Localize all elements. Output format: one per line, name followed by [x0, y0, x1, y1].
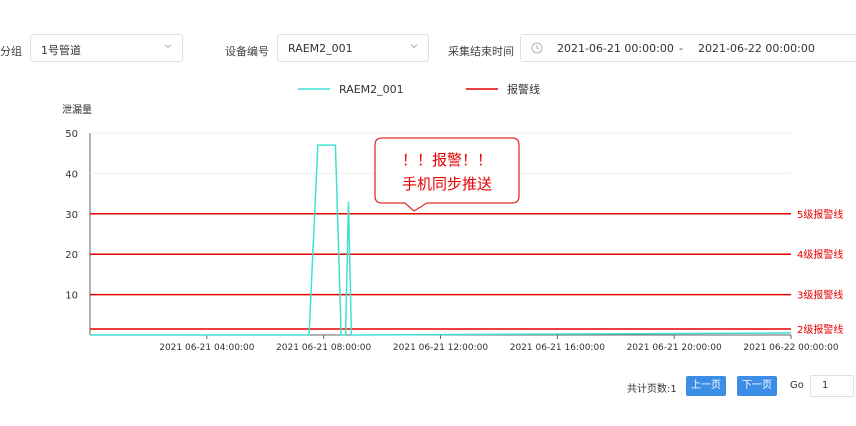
device-select[interactable]: RAEM2_001	[277, 34, 429, 62]
callout-push-text: 手机同步推送	[402, 175, 492, 193]
filter-bar: 分组 1号管道 设备编号 RAEM2_001 采集结束时间 2021-06-21…	[0, 34, 856, 64]
pagination: 共计页数:1 上一页 下一页 Go 1	[0, 374, 856, 398]
alarm-line-label: 5级报警线	[797, 208, 843, 221]
x-tick-label: 2021 06-22 00:00:00	[743, 343, 838, 353]
legend-alarm-label[interactable]: 报警线	[507, 82, 540, 96]
y-tick-label: 30	[65, 210, 78, 221]
group-label: 分组	[0, 45, 22, 58]
end-time-label: 采集结束时间	[448, 45, 514, 58]
alarm-line-label: 3级报警线	[797, 289, 843, 302]
y-tick-label: 10	[65, 291, 78, 302]
start-date-input[interactable]: 2021-06-21 00:00:00	[557, 42, 674, 55]
legend-series-label[interactable]: RAEM2_001	[339, 83, 404, 96]
alarm-lines: 5级报警线 4级报警线 3级报警线 2级报警线	[90, 208, 843, 336]
x-tick-label: 2021 06-21 12:00:00	[393, 343, 488, 353]
y-axis-ticks: 10 20 30 40 50	[65, 129, 78, 302]
total-pages-label: 共计页数:1	[627, 384, 677, 395]
x-tick-label: 2021 06-21 08:00:00	[276, 343, 371, 353]
end-date-input[interactable]: 2021-06-22 00:00:00	[698, 42, 815, 55]
clock-icon	[531, 42, 543, 54]
alarm-callout: ！！报警！！ 手机同步推送	[374, 137, 520, 212]
go-label: Go	[790, 380, 804, 391]
page-input-value: 1	[822, 380, 829, 391]
y-tick-label: 50	[65, 129, 78, 140]
device-select-value: RAEM2_001	[288, 42, 353, 55]
prev-page-button[interactable]: 上一页	[686, 376, 726, 396]
x-tick-label: 2021 06-21 16:00:00	[510, 343, 605, 353]
next-page-button[interactable]: 下一页	[737, 376, 777, 396]
alarm-line-label: 4级报警线	[797, 248, 843, 261]
range-separator: -	[679, 42, 683, 55]
date-range-picker[interactable]: 2021-06-21 00:00:00 - 2021-06-22 00:00:0…	[520, 34, 856, 62]
chevron-down-icon	[164, 44, 172, 49]
alarm-line-label: 2级报警线	[797, 323, 843, 336]
chevron-down-icon	[410, 44, 418, 49]
leak-chart: RAEM2_001 报警线 泄漏量 10 20 30 40 50 2021 06-21 …	[62, 82, 843, 353]
y-axis-title: 泄漏量	[62, 103, 92, 116]
y-tick-label: 40	[65, 169, 78, 180]
group-select[interactable]: 1号管道	[30, 34, 183, 62]
chart-legend: RAEM2_001 报警线	[298, 82, 540, 96]
callout-alarm-text: ！！报警！！	[402, 151, 492, 169]
group-select-value: 1号管道	[41, 44, 81, 57]
page-input[interactable]: 1	[810, 375, 854, 397]
x-axis-ticks: 2021 06-21 04:00:00 2021 06-21 08:00:00 20…	[159, 335, 839, 353]
y-tick-label: 20	[65, 250, 78, 261]
x-tick-label: 2021 06-21 04:00:00	[159, 343, 254, 353]
device-label: 设备编号	[225, 45, 269, 58]
x-tick-label: 2021 06-21 20:00:00	[627, 343, 722, 353]
